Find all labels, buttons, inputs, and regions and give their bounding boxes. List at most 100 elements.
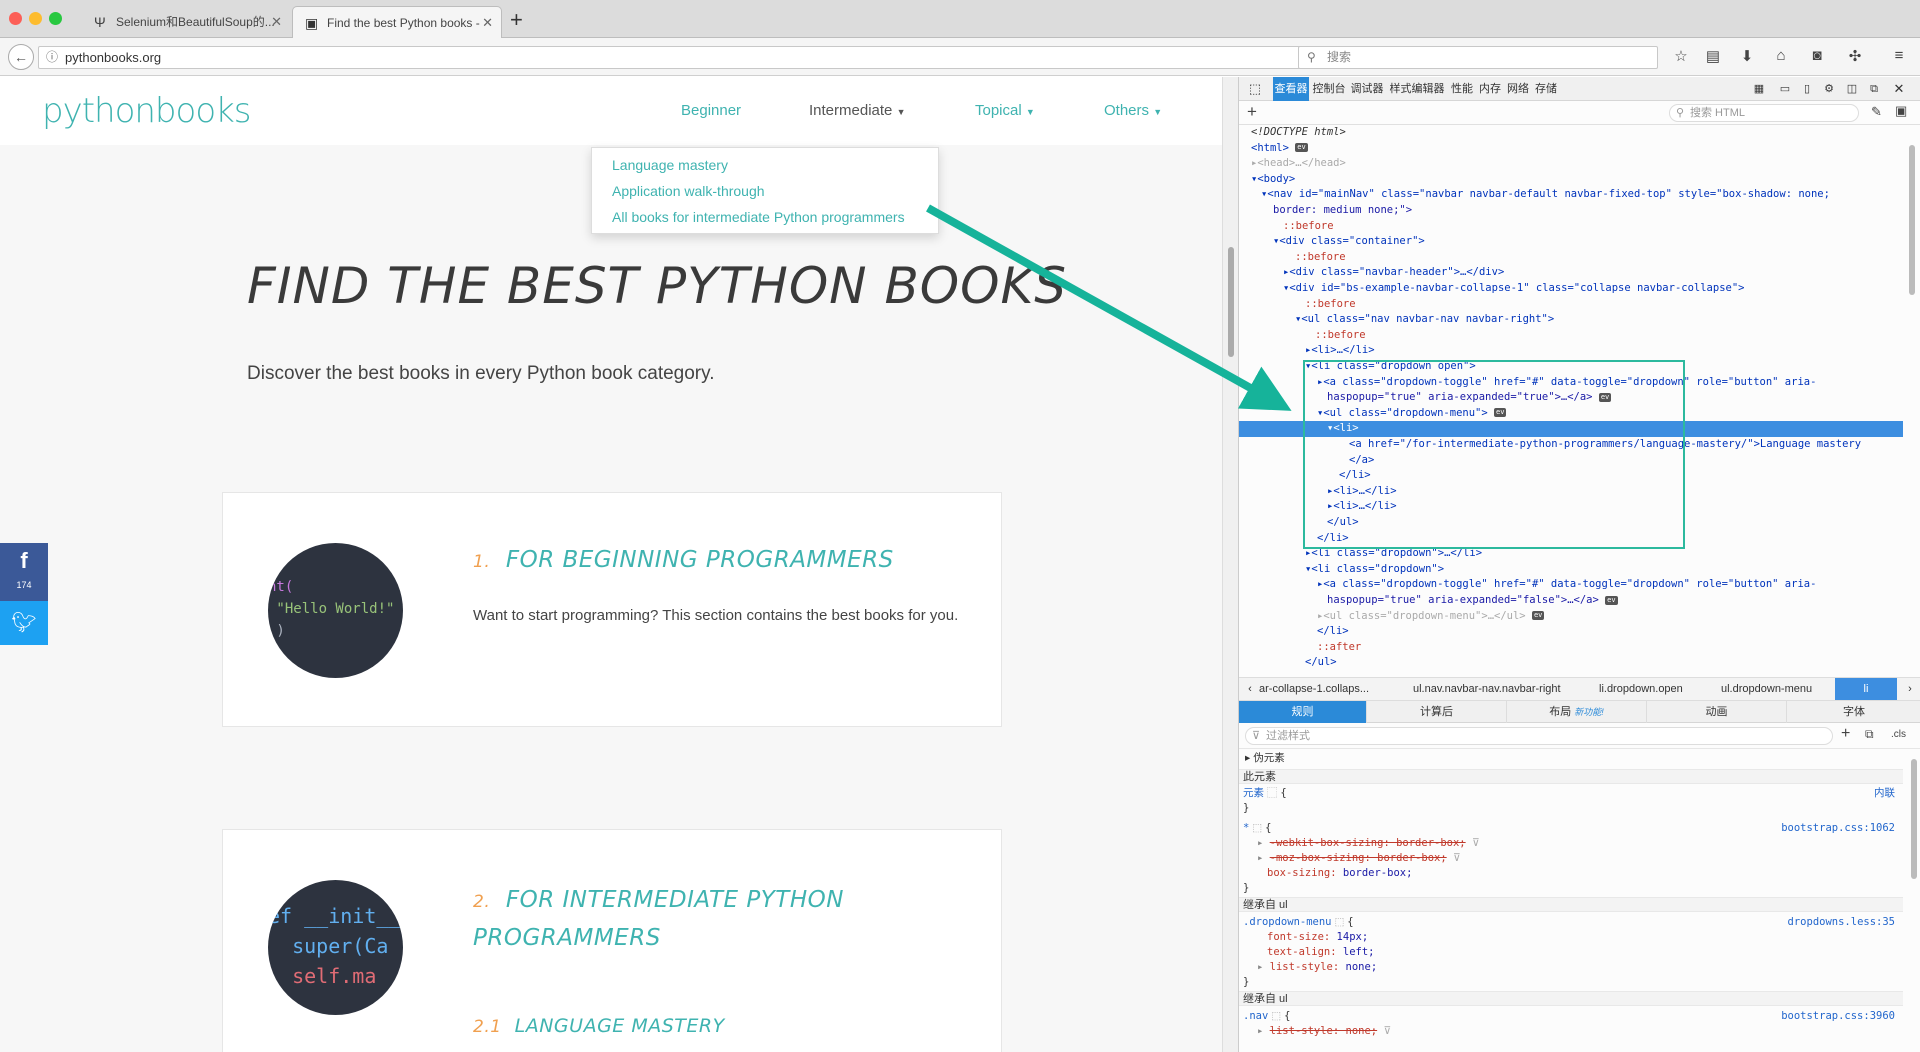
tree-node[interactable]: ::before [1239, 297, 1903, 313]
tab-style-editor[interactable]: 样式编辑器 [1387, 77, 1447, 101]
site-logo[interactable]: pythonbooks [42, 91, 252, 131]
breadcrumb-item[interactable]: li.dropdown.open [1599, 678, 1683, 700]
close-tab-icon[interactable]: ✕ [271, 6, 282, 38]
tree-node-selected[interactable]: ▾<li> [1239, 421, 1903, 437]
dropdown-item-all-intermediate[interactable]: All books for intermediate Python progra… [612, 209, 905, 225]
add-rule-icon[interactable]: + [1841, 725, 1850, 743]
tree-node[interactable]: ▾<body> [1239, 172, 1903, 188]
tab-memory[interactable]: 内存 [1477, 77, 1503, 101]
breadcrumb-item[interactable]: ul.dropdown-menu [1721, 678, 1812, 700]
tab-rules[interactable]: 规则 [1239, 701, 1367, 723]
tab-computed[interactable]: 计算后 [1367, 701, 1507, 723]
close-window-button[interactable] [9, 12, 22, 25]
cls-toggle[interactable]: .cls [1891, 729, 1906, 740]
tree-node[interactable]: ▾<li class="dropdown open"> [1239, 359, 1903, 375]
nav-intermediate[interactable]: Intermediate ▼ [809, 102, 905, 119]
menu-icon[interactable]: ≡ [1888, 47, 1910, 67]
rule-declaration[interactable]: ▸ list-style: none; [1239, 960, 1903, 975]
extension-icon[interactable]: ✣ [1844, 47, 1866, 67]
breadcrumb-item-active[interactable]: li [1835, 678, 1897, 700]
rule-declaration[interactable]: ▸ -moz-box-sizing: border-box; ⊽ [1239, 851, 1903, 866]
tree-node[interactable]: ▾<div class="container"> [1239, 234, 1903, 250]
rule-header[interactable]: .dropdown-menu ⬚ {dropdowns.less:35 [1239, 915, 1903, 930]
tree-node[interactable]: </li> [1239, 468, 1903, 484]
close-tab-icon[interactable]: ✕ [482, 7, 493, 38]
breadcrumb-item[interactable]: ar-collapse-1.collaps... [1259, 678, 1369, 700]
tab-inspector[interactable]: 查看器 [1273, 77, 1309, 101]
tree-node[interactable]: ▾<ul class="nav navbar-nav navbar-right"… [1239, 312, 1903, 328]
tree-node[interactable]: ::before [1239, 328, 1903, 344]
scrollbar-thumb[interactable] [1911, 759, 1917, 879]
tree-node[interactable]: ▾<div id="bs-example-navbar-collapse-1" … [1239, 281, 1903, 297]
zoom-window-button[interactable] [49, 12, 62, 25]
card-title[interactable]: 1. FOR BEGINNING PROGRAMMERS [473, 547, 894, 573]
tree-node[interactable]: ::before [1239, 219, 1903, 235]
tree-node[interactable]: </li> [1239, 624, 1903, 640]
subsection-title[interactable]: 2.1 LANGUAGE MASTERY [473, 1015, 725, 1037]
tree-node[interactable]: </ul> [1239, 655, 1903, 671]
tab-layout[interactable]: 布局 新功能! [1507, 701, 1647, 723]
screenshot-icon[interactable]: ▣ [1895, 103, 1907, 119]
tree-node[interactable]: <!DOCTYPE html> [1239, 125, 1903, 141]
tree-node[interactable]: ▸<li>…</li> [1239, 499, 1903, 515]
nav-topical[interactable]: Topical ▼ [975, 102, 1035, 119]
tree-node[interactable]: </ul> [1239, 515, 1903, 531]
rule-header[interactable]: * ⬚ {bootstrap.css:1062 [1239, 821, 1903, 836]
eyedropper-icon[interactable]: ✎ [1871, 104, 1882, 120]
toggle-pseudo-class-icon[interactable]: ⧉ [1865, 727, 1874, 742]
tree-node[interactable]: ▾<ul class="dropdown-menu"> ev [1239, 406, 1903, 422]
tree-node[interactable]: ▸<div class="navbar-header">…</div> [1239, 265, 1903, 281]
nav-others[interactable]: Others ▼ [1104, 102, 1162, 119]
rule-declaration[interactable]: ▸ list-style: none; ⊽ [1239, 1024, 1903, 1039]
new-tab-button[interactable]: + [510, 8, 523, 32]
rule-header[interactable]: .nav ⬚ {bootstrap.css:3960 [1239, 1009, 1903, 1024]
dropdown-item-application-walkthrough[interactable]: Application walk-through [612, 183, 765, 199]
breadcrumb-item[interactable]: ul.nav.navbar-nav.navbar-right [1413, 678, 1561, 700]
rule-declaration[interactable]: box-sizing: border-box; [1239, 866, 1903, 881]
responsive-icon[interactable]: ▯ [1799, 77, 1815, 101]
html-search-input[interactable]: ⚲ 搜索 HTML [1669, 104, 1859, 122]
twitter-share-button[interactable]: 🐦︎ [0, 601, 48, 645]
tab-network[interactable]: 网络 [1505, 77, 1531, 101]
browser-tab-selenium[interactable]: Ψ Selenium和BeautifulSoup的... ✕ [82, 6, 290, 38]
tree-node[interactable]: </a> [1239, 453, 1903, 469]
home-icon[interactable]: ⌂ [1770, 47, 1792, 67]
dock-icon[interactable]: ◫ [1843, 77, 1861, 101]
settings-gear-icon[interactable]: ⚙ [1819, 77, 1839, 101]
tree-node[interactable]: ▸<ul class="dropdown-menu">…</ul> ev [1239, 609, 1903, 625]
tree-node[interactable]: ::after [1239, 640, 1903, 656]
tab-fonts[interactable]: 字体 [1787, 701, 1920, 723]
minimize-window-button[interactable] [29, 12, 42, 25]
library-icon[interactable]: ▤ [1702, 47, 1724, 67]
markup-scrollbar[interactable] [1907, 125, 1917, 677]
tree-node[interactable]: ▸<li>…</li> [1239, 343, 1903, 359]
tab-animations[interactable]: 动画 [1647, 701, 1787, 723]
tree-node[interactable]: ▸<head>…</head> [1239, 156, 1903, 172]
page-scrollbar[interactable] [1222, 77, 1238, 1052]
download-icon[interactable]: ⬇ [1736, 47, 1758, 67]
tree-node[interactable]: ::before [1239, 250, 1903, 266]
pocket-icon[interactable]: ◙ [1806, 47, 1828, 67]
url-bar[interactable]: ⓘ pythonbooks.org ↻ [38, 46, 1324, 69]
facebook-share-button[interactable]: f 174 [0, 543, 48, 601]
rule-header[interactable]: 元素 ⬚ {内联 [1239, 786, 1903, 801]
breadcrumb-left-arrow-icon[interactable]: ‹ [1243, 678, 1257, 700]
dropdown-item-language-mastery[interactable]: Language mastery [612, 157, 728, 173]
scrollbar-thumb[interactable] [1909, 145, 1915, 295]
filter-styles-input[interactable]: ⊽ 过滤样式 [1245, 727, 1833, 745]
scrollbar-thumb[interactable] [1228, 247, 1234, 357]
tree-node[interactable]: ▸<li class="dropdown">…</li> [1239, 546, 1903, 562]
tab-debugger[interactable]: 调试器 [1349, 77, 1385, 101]
tree-node[interactable]: ▾<nav id="mainNav" class="navbar navbar-… [1239, 187, 1903, 203]
bookmark-star-icon[interactable]: ☆ [1670, 47, 1692, 67]
rules-scrollbar[interactable] [1909, 749, 1919, 1052]
pseudo-elements-toggle[interactable]: ▸ 伪元素 [1239, 751, 1903, 766]
tab-performance[interactable]: 性能 [1449, 77, 1475, 101]
tree-node[interactable]: ▸<a class="dropdown-toggle" href="#" dat… [1239, 577, 1903, 593]
close-devtools-icon[interactable]: ✕ [1889, 77, 1909, 101]
tree-node[interactable]: </li> [1239, 531, 1903, 547]
tree-node[interactable]: ▾<li class="dropdown"> [1239, 562, 1903, 578]
add-node-icon[interactable]: + [1247, 102, 1257, 122]
frame-icon[interactable]: ▭ [1775, 77, 1795, 101]
nav-beginner[interactable]: Beginner [681, 102, 741, 119]
